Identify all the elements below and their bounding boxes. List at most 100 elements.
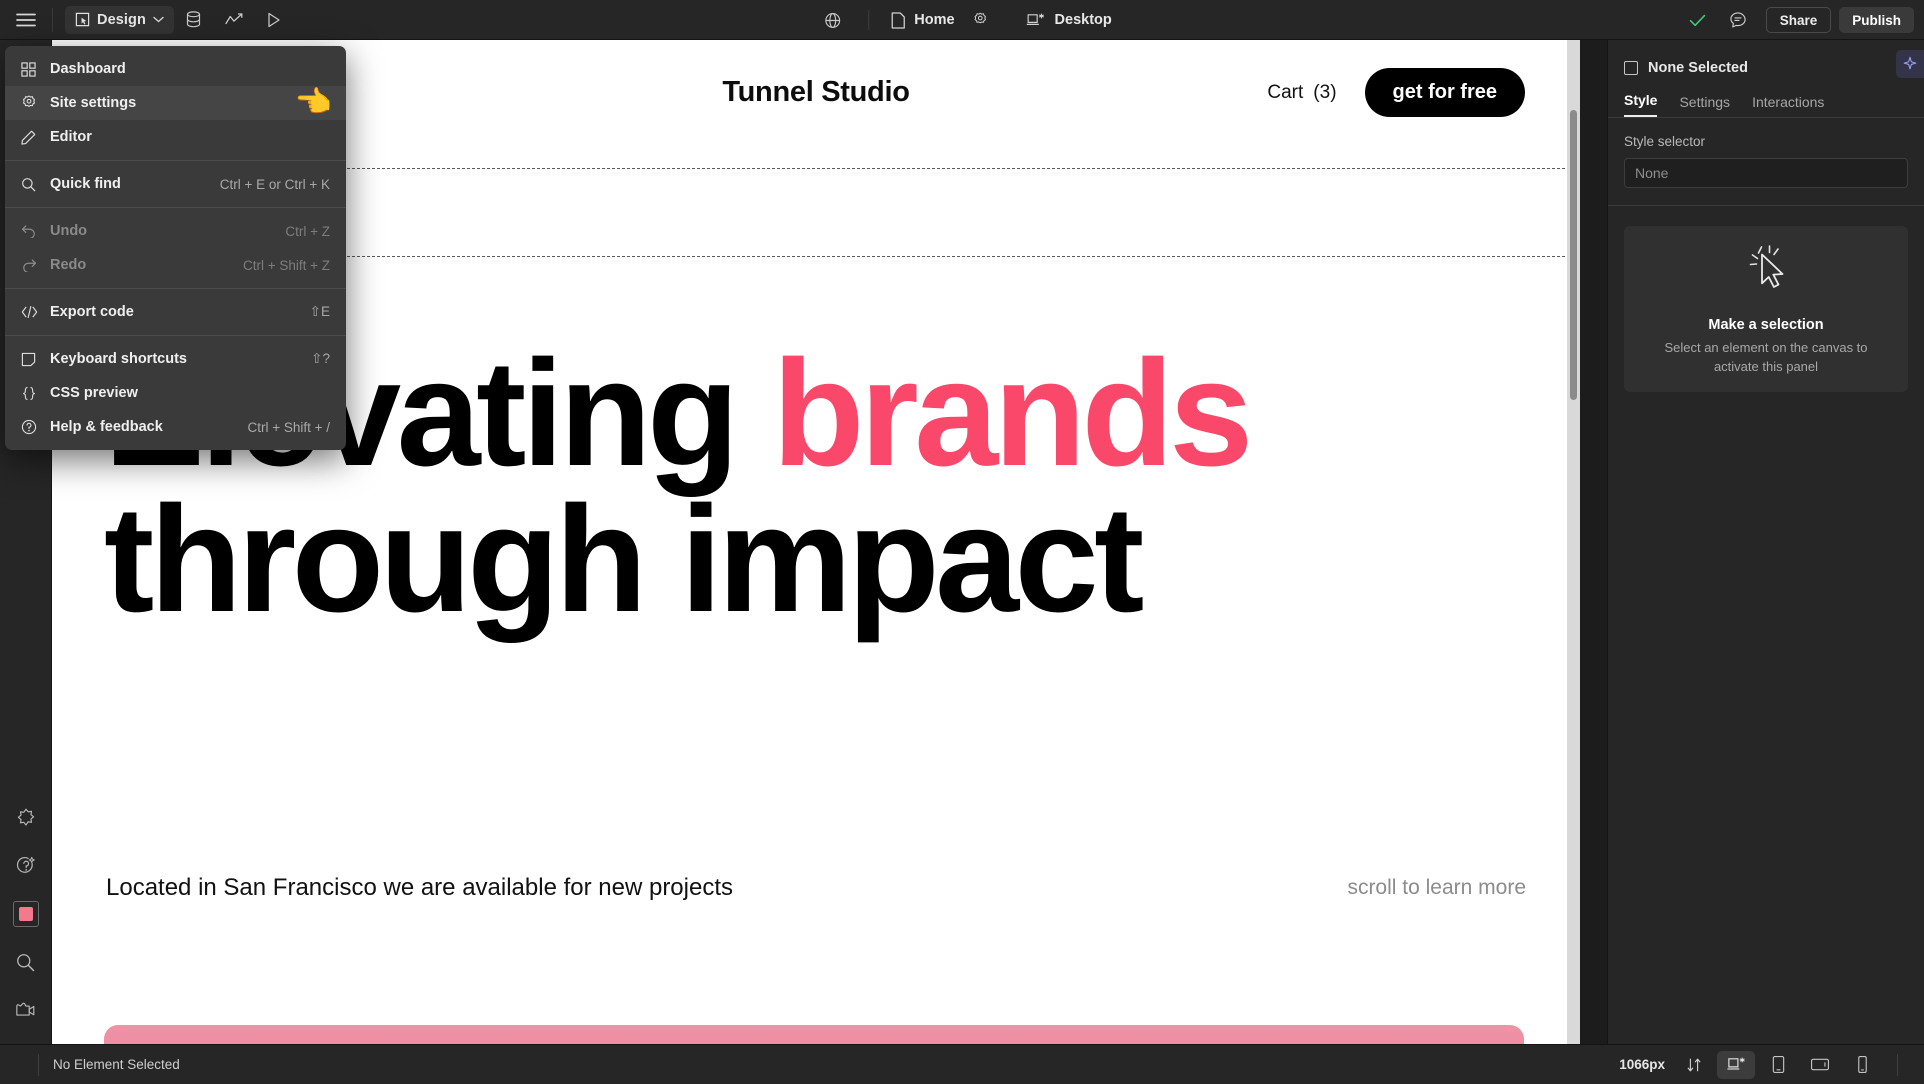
sidebar-item-variables[interactable] [0, 794, 52, 842]
center-divider [868, 10, 870, 30]
tab-style[interactable]: Style [1624, 92, 1658, 117]
current-page-button[interactable]: Home [885, 11, 960, 29]
device-tablet-button[interactable] [1759, 1051, 1797, 1079]
designer-app: Design Home Desktop Share Publish Tunnel… [0, 0, 1924, 1084]
panel-divider [1608, 205, 1924, 206]
chevron-down-icon [153, 16, 164, 23]
style-selector-label: Style selector [1624, 134, 1706, 149]
site-nav-actions: Cart (3) get for free [1267, 68, 1525, 117]
menu-item-quick-find-label: Quick find [50, 176, 121, 192]
style-variables-icon [15, 807, 37, 829]
saved-indicator [1678, 0, 1718, 40]
selection-label: None Selected [1648, 60, 1748, 76]
mobile-icon [1856, 1055, 1869, 1074]
menu-item-css-preview[interactable]: CSS preview [5, 376, 346, 410]
pencil-icon [21, 130, 43, 145]
status-end-divider [1897, 1053, 1898, 1076]
menu-item-help-feedback-shortcut: Ctrl + Shift + / [247, 419, 330, 435]
page-settings-button[interactable] [961, 0, 1001, 40]
empty-card-title: Make a selection [1708, 317, 1824, 334]
canvas-scrollbar-thumb[interactable] [1570, 110, 1577, 400]
globe-button[interactable] [812, 0, 852, 40]
sidebar-item-search[interactable] [0, 938, 52, 986]
status-text: No Element Selected [53, 1057, 180, 1072]
site-brand-title[interactable]: Tunnel Studio [722, 76, 910, 109]
design-mode-label: Design [97, 11, 146, 28]
menu-item-redo-shortcut: Ctrl + Shift + Z [242, 257, 330, 273]
device-desktop-button[interactable] [1717, 1050, 1755, 1079]
style-selector-input[interactable]: None [1624, 158, 1908, 188]
device-tablet-landscape-button[interactable] [1801, 1051, 1839, 1079]
breakpoint-button[interactable]: Desktop [1027, 12, 1112, 28]
current-page-label: Home [914, 12, 955, 28]
toolbar-divider [52, 7, 53, 32]
ai-assistant-icon [15, 855, 37, 877]
sidebar-item-color-swatch[interactable] [0, 890, 52, 938]
video-camera-icon [15, 1000, 37, 1020]
globe-icon [824, 12, 841, 29]
menu-item-help-feedback-label: Help & feedback [50, 419, 163, 435]
menu-item-dashboard-label: Dashboard [50, 61, 126, 77]
menu-item-redo-label: Redo [50, 257, 87, 273]
comments-button[interactable] [1718, 0, 1758, 40]
empty-card-description: Select an element on the canvas to activ… [1664, 340, 1868, 374]
menu-item-keyboard-shortcuts-shortcut: ⇧? [311, 351, 330, 366]
status-right-group: 1066px [1619, 1050, 1924, 1079]
publish-button[interactable]: Publish [1839, 7, 1914, 33]
menu-item-keyboard-shortcuts[interactable]: Keyboard shortcuts ⇧? [5, 342, 346, 376]
ai-assist-button[interactable] [1896, 50, 1924, 78]
hero-image-block[interactable] [104, 1025, 1524, 1044]
empty-selection-card: Make a selection Select an element on th… [1624, 226, 1908, 392]
color-swatch-icon [12, 901, 39, 927]
search-icon [15, 952, 36, 973]
menu-separator [5, 335, 346, 336]
grid-dashboard-icon [21, 61, 43, 77]
share-button[interactable]: Share [1765, 7, 1832, 33]
gear-icon [21, 95, 43, 111]
menu-item-editor[interactable]: Editor [5, 120, 346, 154]
status-divider [38, 1053, 39, 1076]
gear-icon [973, 12, 989, 28]
selection-header: None Selected [1608, 49, 1924, 87]
design-mode-button[interactable]: Design [65, 5, 174, 34]
desktop-icon [1726, 1056, 1746, 1073]
sidebar-item-ai-assistant[interactable] [0, 842, 52, 890]
search-icon [21, 177, 43, 192]
database-icon [186, 11, 201, 28]
tablet-icon [1771, 1055, 1786, 1074]
menu-item-help-feedback[interactable]: Help & feedback Ctrl + Shift + / [5, 410, 346, 444]
menu-item-css-preview-label: CSS preview [50, 385, 138, 401]
sidebar-item-video[interactable] [0, 986, 52, 1034]
menu-item-export-code[interactable]: Export code ⇧E [5, 295, 346, 329]
menu-item-site-settings[interactable]: Site settings 👈 [5, 86, 346, 120]
menu-item-quick-find[interactable]: Quick find Ctrl + E or Ctrl + K [5, 167, 346, 201]
menu-separator [5, 160, 346, 161]
menu-item-undo-label: Undo [50, 223, 88, 239]
cart-link[interactable]: Cart (3) [1267, 82, 1336, 104]
menu-item-site-settings-label: Site settings [50, 95, 137, 111]
menu-item-dashboard[interactable]: Dashboard [5, 52, 346, 86]
css-braces-icon [21, 386, 43, 401]
design-dropdown-menu: Dashboard Site settings 👈 Editor Quick f… [5, 46, 346, 450]
scroll-hint-label[interactable]: scroll to learn more [1347, 876, 1526, 900]
hero-subtitle[interactable]: Located in San Francisco we are availabl… [106, 874, 733, 902]
menu-separator [5, 207, 346, 208]
tab-interactions[interactable]: Interactions [1752, 94, 1824, 117]
checkmark-icon [1689, 14, 1706, 27]
device-mobile-button[interactable] [1843, 1051, 1881, 1079]
keyboard-key-icon [21, 352, 43, 367]
resize-handles-icon[interactable] [1675, 1051, 1713, 1079]
analytics-button[interactable] [214, 0, 254, 40]
preview-button[interactable] [254, 0, 294, 40]
cart-label: Cart [1267, 81, 1304, 103]
click-cursor-icon [1735, 241, 1797, 303]
get-for-free-button[interactable]: get for free [1364, 68, 1525, 117]
hamburger-menu-icon[interactable] [0, 0, 52, 40]
cms-database-button[interactable] [174, 0, 214, 40]
canvas-scroll-track[interactable] [1567, 40, 1580, 1044]
top-toolbar: Design Home Desktop Share Publish [0, 0, 1924, 40]
menu-item-undo: Undo Ctrl + Z [5, 214, 346, 248]
tablet-landscape-icon [1810, 1057, 1830, 1072]
selection-box-icon [1624, 61, 1638, 75]
tab-settings[interactable]: Settings [1679, 94, 1730, 117]
